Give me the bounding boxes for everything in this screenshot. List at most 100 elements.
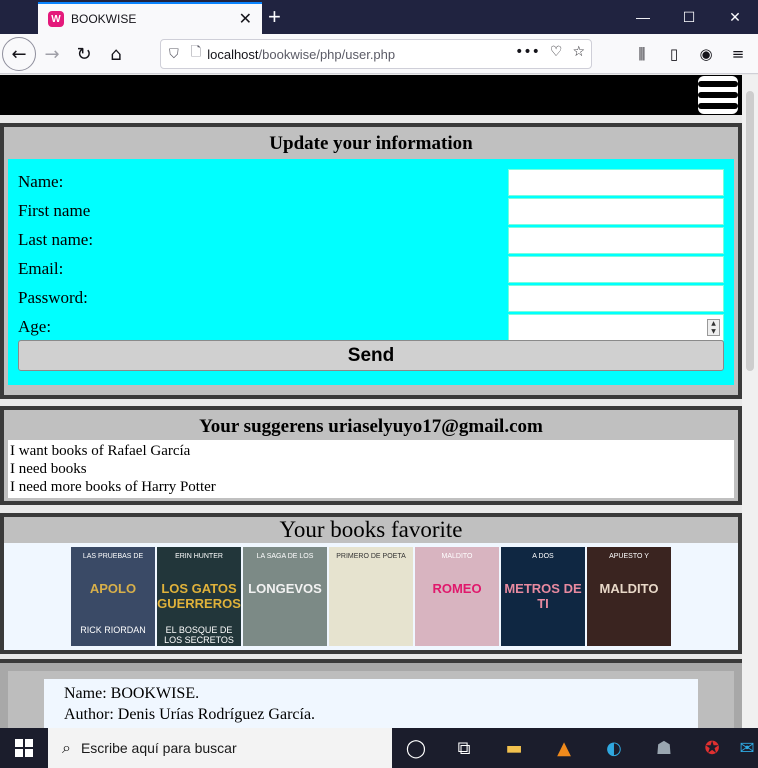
book-cover-text: RICK RIORDAN [80, 625, 146, 635]
url-bar[interactable]: ⛉ 🗋 localhost /bookwise/php/user.php •••… [160, 39, 592, 69]
forward-arrow-icon[interactable]: → [36, 38, 68, 70]
book-cover-text: LOS GATOS GUERREROS [157, 581, 241, 611]
favorite-books-panel: Your books favorite LAS PRUEBAS DE APOLO R… [0, 513, 742, 654]
book-cover[interactable]: A DOS METROS DE TI [501, 547, 585, 646]
first-name-input[interactable] [508, 198, 724, 225]
book-cover[interactable]: APUESTO Y MALDITO [587, 547, 671, 646]
file-explorer-icon[interactable]: ▬ [490, 728, 538, 768]
mail-app-icon[interactable]: ✉ [736, 728, 758, 768]
library-icon[interactable]: ⫼ [626, 38, 658, 70]
password-label: Password: [18, 288, 88, 307]
home-icon[interactable]: ⌂ [100, 38, 132, 70]
form-row-password: Password: [18, 283, 724, 312]
update-form: Name: First name Last name: Email: Passw… [8, 159, 734, 385]
book-cover[interactable]: PRIMERO DE POETA [329, 547, 413, 646]
update-info-title: Update your information [269, 133, 473, 154]
send-button[interactable]: Send [18, 340, 724, 371]
new-tab-icon[interactable]: + [268, 4, 281, 30]
last-name-input[interactable] [508, 227, 724, 254]
update-info-panel: Update your information Name: First name… [0, 123, 742, 399]
vlc-icon[interactable]: ▲ [540, 728, 588, 768]
book-cover-text: LA SAGA DE LOS [256, 553, 314, 560]
book-cover[interactable]: MALDITO ROMEO [415, 547, 499, 646]
book-cover-text: APOLO [89, 581, 137, 596]
book-name-line: Name: BOOKWISE. [64, 685, 200, 702]
first-name-label: First name [18, 201, 91, 220]
book-cover-text: EL BOSQUE DE LOS SECRETOS [164, 625, 234, 645]
browser-tab[interactable]: W BOOKWISE ✕ [38, 2, 262, 34]
close-tab-icon[interactable]: ✕ [239, 9, 252, 29]
suggestions-list: I want books of Rafael García I need boo… [8, 440, 734, 498]
windows-start-icon[interactable] [0, 728, 48, 768]
suggestion-item: I need books [10, 461, 87, 477]
book-detail-panel: Name: BOOKWISE. Author: Denis Urías Rodr… [0, 659, 742, 728]
name-label: Name: [18, 172, 64, 191]
reload-icon[interactable]: ↻ [68, 38, 100, 70]
taskbar-search-placeholder: Escribe aquí para buscar [80, 740, 237, 756]
tab-title: BOOKWISE [71, 12, 137, 26]
page-viewport: Update your information Name: First name… [0, 75, 742, 728]
age-label: Age: [18, 317, 52, 336]
taskbar-search-box[interactable]: ⌕ Escribe aquí para buscar [48, 728, 392, 768]
suggestion-item: I want books of Rafael García [10, 443, 191, 459]
book-cover-text: MALDITO [599, 581, 659, 596]
form-row-name: Name: [18, 167, 724, 196]
book-cover-text: MALDITO [441, 553, 473, 560]
page-info-icon[interactable]: 🗋 [191, 43, 201, 65]
windows-taskbar: ⌕ Escribe aquí para buscar ◯ ⧉ ▬ ▲ ◐ ☗ ✪… [0, 728, 758, 768]
url-host: localhost [207, 46, 259, 62]
book-cover-text: PRIMERO DE POETA [336, 553, 406, 560]
shield-icon[interactable]: ⛉ [169, 47, 179, 62]
suggestions-panel: Your suggerens uriaselyuyo17@gmail.com I… [0, 406, 742, 505]
book-cover-row: LAS PRUEBAS DE APOLO RICK RIORDAN ERIN HUNT… [4, 547, 738, 646]
name-input[interactable] [508, 169, 724, 196]
book-cover-text: APUESTO Y [609, 553, 649, 560]
back-arrow-icon[interactable]: ← [2, 37, 36, 71]
book-cover[interactable]: ERIN HUNTER LOS GATOS GUERREROS EL BOSQUE … [157, 547, 241, 646]
age-input[interactable]: ▲ ▼ [508, 314, 724, 341]
book-cover-text: LONGEVOS [248, 581, 322, 596]
number-spinner-icon[interactable]: ▲ ▼ [707, 319, 720, 336]
page-scrollbar[interactable] [742, 75, 758, 728]
email-label: Email: [18, 259, 64, 278]
form-row-first-name: First name [18, 196, 724, 225]
book-cover-text: LAS PRUEBAS DE [82, 553, 144, 560]
task-view-icon[interactable]: ⧉ [440, 728, 488, 768]
menu-icon[interactable]: ≡ [722, 38, 754, 70]
bookmark-star-icon[interactable]: ☆ [572, 44, 585, 60]
game-app-icon[interactable]: ☗ [640, 728, 688, 768]
book-cover-text: ROMEO [432, 581, 482, 596]
search-icon: ⌕ [62, 738, 71, 757]
email-input[interactable] [508, 256, 724, 283]
cortana-circle-icon[interactable]: ◯ [392, 728, 440, 768]
book-cover[interactable]: LAS PRUEBAS DE APOLO RICK RIORDAN [71, 547, 155, 646]
book-detail-frame: Name: BOOKWISE. Author: Denis Urías Rodr… [8, 671, 734, 728]
scrollbar-thumb[interactable] [746, 91, 754, 371]
book-cover-text: METROS DE TI [504, 581, 582, 611]
account-icon[interactable]: ◉ [690, 38, 722, 70]
minimize-window-icon[interactable]: — [620, 0, 666, 34]
form-row-last-name: Last name: [18, 225, 724, 254]
password-input[interactable] [508, 285, 724, 312]
hamburger-menu-icon[interactable] [698, 76, 738, 114]
book-cover[interactable]: LA SAGA DE LOS LONGEVOS [243, 547, 327, 646]
sidebar-icon[interactable]: ▯ [658, 38, 690, 70]
browser-tab-strip: W BOOKWISE ✕ + — ☐ ✕ [0, 0, 758, 34]
page-actions-icon[interactable]: ••• [515, 44, 540, 60]
book-detail-card: Name: BOOKWISE. Author: Denis Urías Rodr… [44, 679, 698, 728]
book-author-line: Author: Denis Urías Rodríguez García. [64, 706, 316, 723]
suggestions-title: Your suggerens uriaselyuyo17@gmail.com [199, 416, 543, 437]
favorite-books-title: Your books favorite [4, 517, 738, 543]
url-path: /bookwise/php/user.php [258, 46, 396, 62]
close-window-icon[interactable]: ✕ [712, 0, 758, 34]
form-row-age: Age: ▲ ▼ [18, 312, 724, 341]
security-app-icon[interactable]: ✪ [688, 728, 736, 768]
suggestion-item: I need more books of Harry Potter [10, 479, 216, 495]
browser-navbar: ← → ↻ ⌂ ⛉ 🗋 localhost /bookwise/php/user… [0, 34, 758, 74]
form-row-email: Email: [18, 254, 724, 283]
last-name-label: Last name: [18, 230, 94, 249]
maximize-window-icon[interactable]: ☐ [666, 0, 712, 34]
site-top-nav [0, 75, 742, 115]
edge-browser-icon[interactable]: ◐ [590, 728, 638, 768]
pocket-icon[interactable]: ♡ [550, 44, 563, 60]
